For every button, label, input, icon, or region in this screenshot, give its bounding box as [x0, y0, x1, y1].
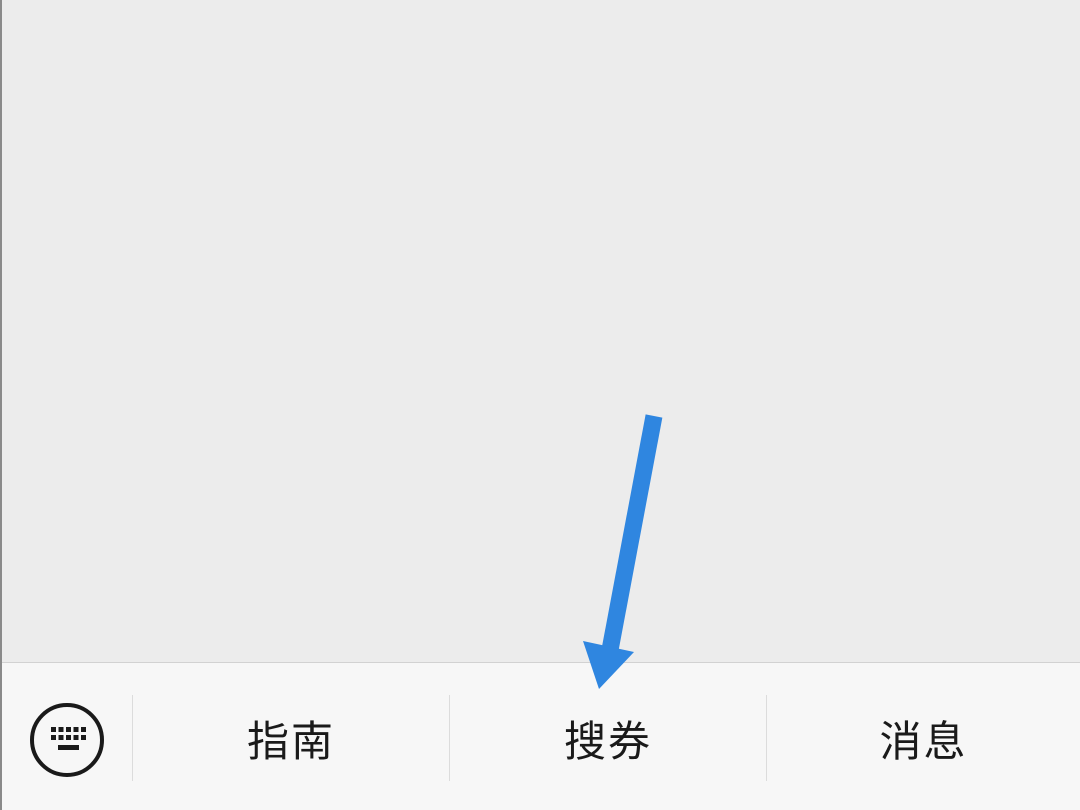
- menu-item-messages[interactable]: 消息: [767, 693, 1080, 783]
- official-account-menu-bar: 指南 搜券 消息: [2, 662, 1080, 810]
- keyboard-toggle-button[interactable]: [30, 703, 104, 777]
- chat-screen: 指南 搜券 消息: [0, 0, 1080, 810]
- keyboard-icon: [51, 727, 86, 750]
- chat-content-area: [2, 0, 1080, 662]
- menu-item-guide[interactable]: 指南: [133, 693, 449, 783]
- menu-item-search-coupons[interactable]: 搜券: [450, 693, 766, 783]
